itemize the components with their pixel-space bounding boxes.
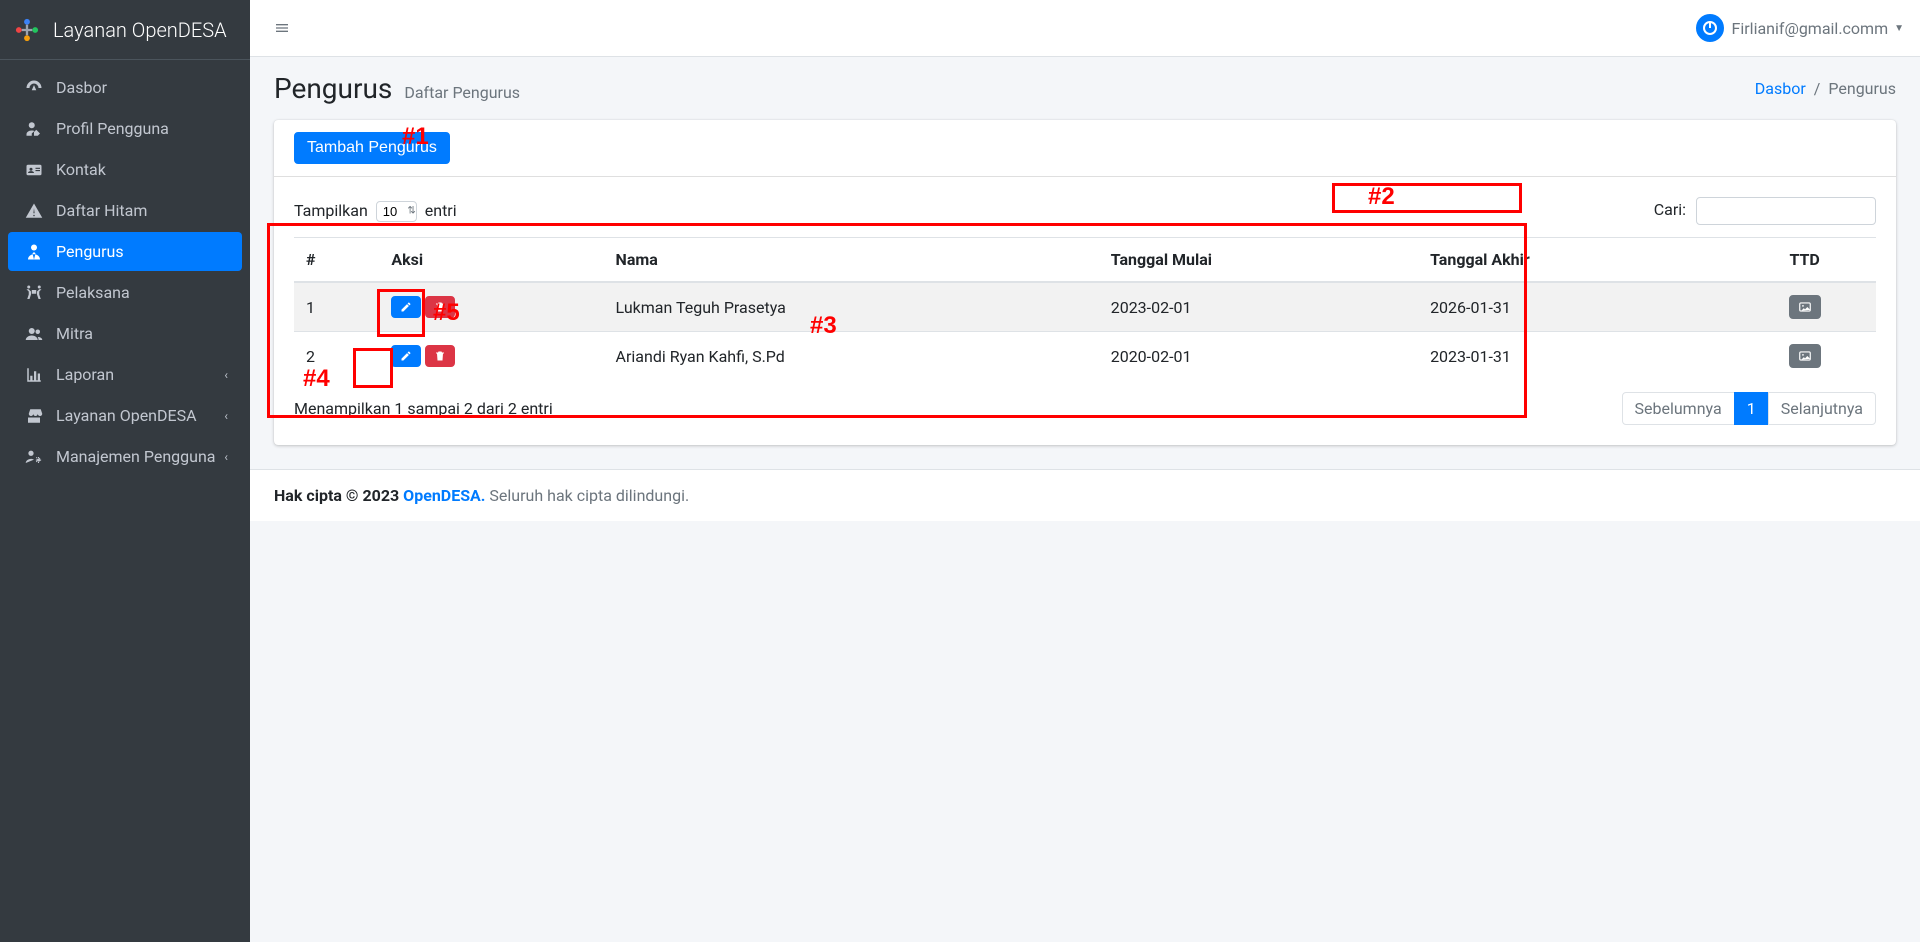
col-no[interactable]: # bbox=[294, 238, 379, 283]
content-header: Pengurus Daftar Pengurus Dasbor / Pengur… bbox=[250, 57, 1920, 120]
footer-copyright-suffix: Seluruh hak cipta dilindungi. bbox=[485, 486, 689, 505]
col-ttd[interactable]: TTD bbox=[1733, 238, 1876, 283]
sidebar-item-label: Dasbor bbox=[56, 78, 107, 97]
sidebar: Layanan OpenDESA Dasbor Profil Pengguna Ko… bbox=[0, 0, 250, 942]
store-icon bbox=[22, 407, 46, 425]
sidebar-item-label: Layanan OpenDESA bbox=[56, 406, 197, 425]
trash-icon bbox=[434, 301, 446, 313]
page-title: Pengurus bbox=[274, 72, 392, 105]
chevron-left-icon: ‹ bbox=[224, 368, 228, 382]
top-navbar: Firlianif@gmail.comm ▼ bbox=[250, 0, 1920, 57]
user-edit-icon bbox=[22, 120, 46, 138]
cell-akhir: 2023-01-31 bbox=[1418, 332, 1733, 381]
trash-icon bbox=[434, 350, 446, 362]
menu-toggle-button[interactable] bbox=[266, 12, 298, 44]
sidebar-item-layanan-opendesa[interactable]: Layanan OpenDESA ‹ bbox=[8, 396, 242, 435]
image-icon bbox=[1798, 300, 1812, 314]
address-card-icon bbox=[22, 161, 46, 179]
edit-button[interactable] bbox=[391, 345, 421, 367]
users-cog-icon bbox=[22, 448, 46, 466]
delete-button[interactable] bbox=[425, 296, 455, 318]
search-input[interactable] bbox=[1696, 197, 1876, 225]
breadcrumb-root[interactable]: Dasbor bbox=[1755, 79, 1806, 98]
sidebar-item-kontak[interactable]: Kontak bbox=[8, 150, 242, 189]
sidebar-item-label: Manajemen Pengguna bbox=[56, 447, 215, 466]
add-pengurus-button[interactable]: Tambah Pengurus bbox=[294, 132, 450, 164]
footer-brand-link[interactable]: OpenDESA. bbox=[403, 486, 485, 505]
length-select[interactable]: 10 bbox=[376, 201, 417, 222]
cell-no: 1 bbox=[294, 282, 379, 332]
power-icon bbox=[1696, 14, 1724, 42]
breadcrumb-separator: / bbox=[1814, 79, 1821, 98]
cell-akhir: 2026-01-31 bbox=[1418, 282, 1733, 332]
pengurus-table: # Aksi Nama Tanggal Mulai Tanggal Akhir … bbox=[294, 237, 1876, 380]
table-row: 1 Lukman Teguh Prasetya2023-02-012026-01-… bbox=[294, 282, 1876, 332]
people-carry-icon bbox=[22, 284, 46, 302]
cell-no: 2 bbox=[294, 332, 379, 381]
table-row: 2 Ariandi Ryan Kahfi, S.Pd2020-02-012023-… bbox=[294, 332, 1876, 381]
brand-text: Layanan OpenDESA bbox=[53, 18, 227, 42]
cell-mulai: 2023-02-01 bbox=[1099, 282, 1418, 332]
ttd-button[interactable] bbox=[1789, 344, 1821, 368]
sidebar-item-pengurus[interactable]: Pengurus bbox=[8, 232, 242, 271]
footer-copyright-prefix: Hak cipta © 2023 bbox=[274, 486, 403, 505]
search-control: Cari: bbox=[1654, 197, 1876, 225]
page-prev[interactable]: Sebelumnya bbox=[1622, 392, 1735, 425]
sidebar-item-label: Pelaksana bbox=[56, 283, 130, 302]
sidebar-item-label: Kontak bbox=[56, 160, 106, 179]
col-aksi[interactable]: Aksi bbox=[379, 238, 603, 283]
sidebar-item-mitra[interactable]: Mitra bbox=[8, 314, 242, 353]
page-1[interactable]: 1 bbox=[1734, 392, 1769, 425]
cell-nama: Ariandi Ryan Kahfi, S.Pd bbox=[604, 332, 1099, 381]
pencil-icon bbox=[400, 350, 412, 362]
sidebar-item-laporan[interactable]: Laporan ‹ bbox=[8, 355, 242, 394]
page-subtitle: Daftar Pengurus bbox=[404, 83, 520, 102]
col-nama[interactable]: Nama bbox=[604, 238, 1099, 283]
image-icon bbox=[1798, 349, 1812, 363]
edit-button[interactable] bbox=[391, 296, 421, 318]
table-info: Menampilkan 1 sampai 2 dari 2 entri bbox=[294, 399, 553, 418]
sidebar-item-dasbor[interactable]: Dasbor bbox=[8, 68, 242, 107]
sidebar-item-label: Pengurus bbox=[56, 242, 124, 261]
user-name: Firlianif@gmail.comm bbox=[1732, 19, 1889, 38]
sidebar-item-label: Profil Pengguna bbox=[56, 119, 169, 138]
sidebar-item-label: Mitra bbox=[56, 324, 93, 343]
length-suffix: entri bbox=[425, 201, 457, 220]
dashboard-icon bbox=[22, 79, 46, 97]
length-prefix: Tampilkan bbox=[294, 201, 368, 220]
sidebar-item-manajemen-pengguna[interactable]: Manajemen Pengguna ‹ bbox=[8, 437, 242, 476]
card: Tambah Pengurus Tampilkan 10 bbox=[274, 120, 1896, 445]
caret-down-icon: ▼ bbox=[1894, 23, 1904, 34]
sidebar-item-label: Laporan bbox=[56, 365, 114, 384]
page-next[interactable]: Selanjutnya bbox=[1768, 392, 1876, 425]
user-menu[interactable]: Firlianif@gmail.comm ▼ bbox=[1696, 14, 1904, 42]
delete-button[interactable] bbox=[425, 345, 455, 367]
col-mulai[interactable]: Tanggal Mulai bbox=[1099, 238, 1418, 283]
brand-link[interactable]: Layanan OpenDESA bbox=[0, 0, 250, 60]
search-label: Cari: bbox=[1654, 200, 1686, 219]
footer: Hak cipta © 2023 OpenDESA. Seluruh hak c… bbox=[250, 469, 1920, 521]
pencil-icon bbox=[400, 301, 412, 313]
length-control: Tampilkan 10 entri bbox=[294, 201, 457, 222]
cell-nama: Lukman Teguh Prasetya bbox=[604, 282, 1099, 332]
sidebar-item-pelaksana[interactable]: Pelaksana bbox=[8, 273, 242, 312]
breadcrumb: Dasbor / Pengurus bbox=[1755, 79, 1896, 98]
pagination: Sebelumnya 1 Selanjutnya bbox=[1623, 392, 1876, 425]
sidebar-item-daftar-hitam[interactable]: Daftar Hitam bbox=[8, 191, 242, 230]
chart-bar-icon bbox=[22, 366, 46, 384]
brand-logo-icon bbox=[10, 13, 43, 46]
chevron-left-icon: ‹ bbox=[224, 450, 228, 464]
col-akhir[interactable]: Tanggal Akhir bbox=[1418, 238, 1733, 283]
ttd-button[interactable] bbox=[1789, 295, 1821, 319]
sidebar-item-label: Daftar Hitam bbox=[56, 201, 147, 220]
exclamation-triangle-icon bbox=[22, 202, 46, 220]
chevron-left-icon: ‹ bbox=[224, 409, 228, 423]
sidebar-item-profil-pengguna[interactable]: Profil Pengguna bbox=[8, 109, 242, 148]
breadcrumb-current: Pengurus bbox=[1828, 79, 1896, 98]
cell-mulai: 2020-02-01 bbox=[1099, 332, 1418, 381]
users-icon bbox=[22, 325, 46, 343]
user-tie-icon bbox=[22, 243, 46, 261]
